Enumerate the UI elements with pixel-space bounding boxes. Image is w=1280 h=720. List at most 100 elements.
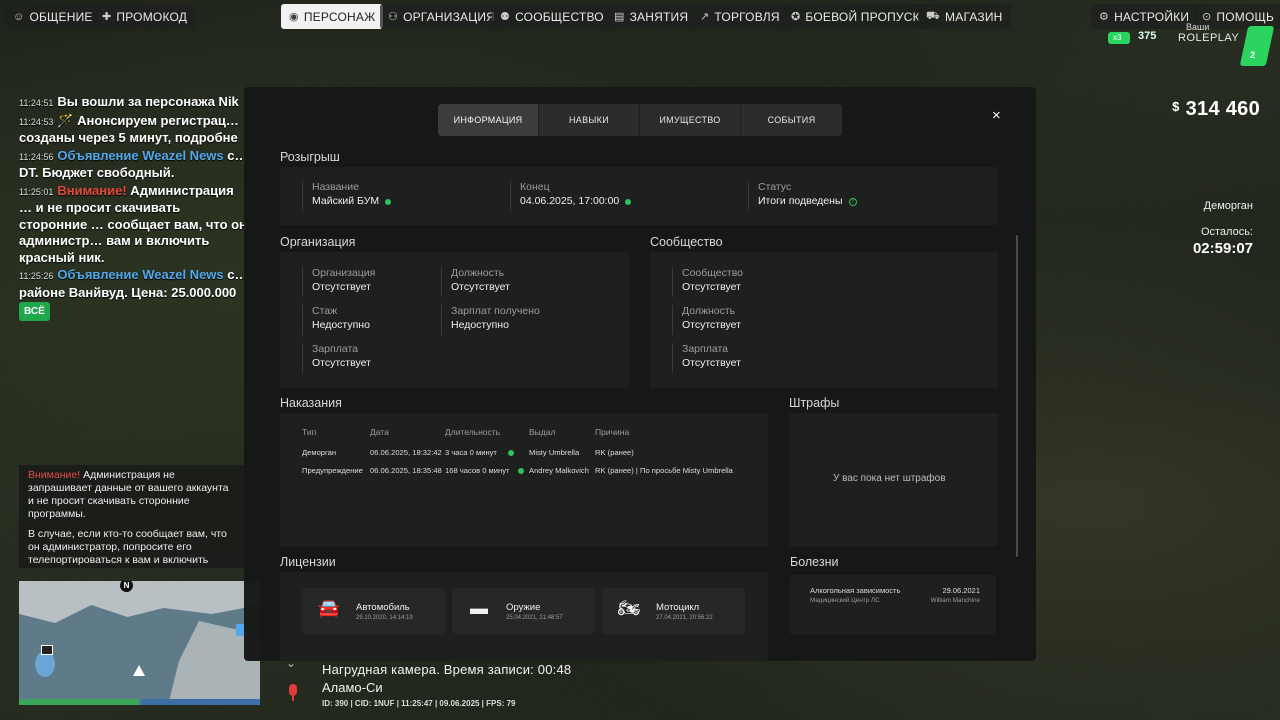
field-label: Должность [682,305,736,317]
licenses-title: Лицензии [280,555,336,569]
field-value: Отсутствует [682,319,741,331]
chat-line: 11:24:53 🪄 Анонсируем регистрац… созданы … [19,113,249,147]
activities-icon: ▤ [614,11,625,23]
nav-community-button[interactable]: ⚉ СООБЩЕСТВО [492,4,612,29]
cell-reason: RK (ранее) | По просьбе Misty Umbrella [595,466,733,475]
raffle-status-field: Статус Итоги подведены? [748,181,857,211]
license-name: Оружие [506,602,541,613]
license-name: Мотоцикл [656,602,700,613]
field-label: Зарплата [312,343,358,355]
org-salary-field: Зарплата Отсутствует [302,343,371,373]
health-bar [19,699,139,705]
close-icon[interactable]: × [992,107,1001,124]
disease-name: Алкогольная зависимость [810,586,901,595]
field-label: Название [312,181,359,193]
chat-prefix: Внимание! [57,182,127,198]
server-number: 2 [1250,50,1256,60]
modal-scrollbar[interactable] [1016,235,1018,557]
tab-property[interactable]: ИМУЩЕСТВО [640,104,741,136]
nav-promo-button[interactable]: ✚ ПРОМОКОД [94,4,196,29]
gun-icon: ▬ [470,598,488,618]
chat-line: 11:25:01 Внимание! Администрация … и не п… [19,183,249,267]
cell-issuer: Misty Umbrella [529,448,580,457]
field-label: Стаж [312,305,338,317]
raffle-card: Название Майский БУМ Конец 04.06.2025, 1… [280,167,998,225]
diseases-card: Алкогольная зависимость 29.06.2021 Медиц… [790,575,996,635]
org-position-field: Должность Отсутствует [441,267,510,297]
col-header: Тип [302,427,317,437]
nav-help-label: ПОМОЩЬ [1216,9,1275,24]
nav-character-label: ПЕРСОНАЖ [303,9,376,24]
chat-line: 11:24:51 Вы вошли за персонажа Nik [19,94,249,112]
bodycam-status: Нагрудная камера. Время записи: 00:48 [322,662,572,677]
minimap: N [19,581,260,705]
cell-reason: RK (ранее) [595,448,634,457]
help-icon[interactable]: ? [848,197,857,206]
fines-empty-text: У вас пока нет штрафов [833,473,946,484]
money-amount: 314 460 [1185,98,1260,120]
comm-field: Сообщество Отсутствует [672,267,743,297]
field-value: Отсутствует [312,281,371,293]
time-left-value: 02:59:07 [1192,240,1253,257]
chat-icon: ☺ [13,10,25,23]
chat-time: 11:25:26 [19,271,54,281]
chat-time: 11:25:01 [19,186,54,197]
modal-tabs: ИНФОРМАЦИЯ НАВЫКИ ИМУЩЕСТВО СОБЫТИЯ [438,104,842,136]
nav-organization-label: ОРГАНИЗАЦИЯ [403,9,496,24]
field-value: Отсутствует [682,281,741,293]
community-icon: ⚉ [500,11,511,23]
status-dot-icon [385,198,392,205]
nav-settings-label: НАСТРОЙКИ [1114,9,1190,24]
chat-all-button[interactable]: ВСЁ [19,302,50,321]
chat-text: Вы вошли за персонажа Nik [57,94,239,109]
col-header: Причина [595,427,630,437]
nav-activities-button[interactable]: ▤ ЗАНЯТИЯ [606,4,697,29]
microphone-icon [287,684,299,702]
license-name: Автомобиль [356,602,410,613]
prison-icon [41,645,53,655]
nav-character-button[interactable]: ◉ ПЕРСОНАЖ [281,4,384,29]
field-label: Конец [520,181,550,193]
nav-trade-button[interactable]: ↗ ТОРГОВЛЯ [692,4,788,29]
field-label: Должность [451,267,505,279]
nav-chat-label: ОБЩЕНИЕ [29,9,93,24]
cart-icon: ⛟ [926,9,941,22]
time-left-label: Осталось: [1200,226,1253,238]
jail-status: Деморган [1203,200,1253,212]
nav-community-label: СООБЩЕСТВО [515,9,604,24]
field-value: Недоступно [451,319,509,331]
organization-icon: ⚇ [388,11,399,23]
license-car: 🚘 Автомобиль 29.10.2020, 14:14:19 [302,588,445,634]
player-arrow-icon [133,665,145,676]
comm-salary-field: Зарплата Отсутствует [672,343,741,373]
license-date: 25.04.2021, 21:48:57 [506,615,563,621]
organization-title: Организация [280,235,356,249]
field-value: Отсутствует [451,281,510,293]
col-header: Выдал [529,427,556,437]
cell-date: 06.06.2025, 18:35:48 [370,466,442,475]
car-icon: 🚘 [317,598,341,618]
top-navigation: ☺ ОБЩЕНИЕ ✚ ПРОМОКОД ◉ ПЕРСОНАЖ ⚇ ОРГАНИ… [0,4,1280,30]
raffle-end-value: 04.06.2025, 17:00:00 [520,195,620,207]
nav-chat-button[interactable]: ☺ ОБЩЕНИЕ [5,4,101,29]
tab-skills[interactable]: НАВЫКИ [539,104,640,136]
nav-activities-label: ЗАНЯТИЯ [629,9,689,24]
notice-paragraph-2: В случае, если кто-то сообщает вам, что … [28,528,227,568]
money-display: $314 460 [1172,98,1260,121]
chat-prefix: Объявление Weazel News [57,267,224,282]
raffle-status-value: Итоги подведены [758,195,843,207]
field-label: Зарплата [682,343,728,355]
nav-battlepass-button[interactable]: ✪ БОЕВОЙ ПРОПУСК [783,4,928,29]
nav-organization-button[interactable]: ⚇ ОРГАНИЗАЦИЯ [380,4,504,29]
tab-information[interactable]: ИНФОРМАЦИЯ [438,104,539,136]
disease-org: Медицинский Центр ЛС [810,597,880,604]
chat-prefix: Объявление Weazel News [57,147,224,163]
cell-type: Предупреждение [302,466,363,475]
org-field: Организация Отсутствует [302,267,375,297]
server-logo: 2 [1239,26,1275,66]
tab-events[interactable]: СОБЫТИЯ [741,104,842,136]
nav-shop-button[interactable]: ⛟ МАГАЗИН [918,4,1011,29]
status-dot-icon [625,198,632,205]
armor-bar [140,699,260,705]
chat-time: 11:24:56 [19,151,54,162]
